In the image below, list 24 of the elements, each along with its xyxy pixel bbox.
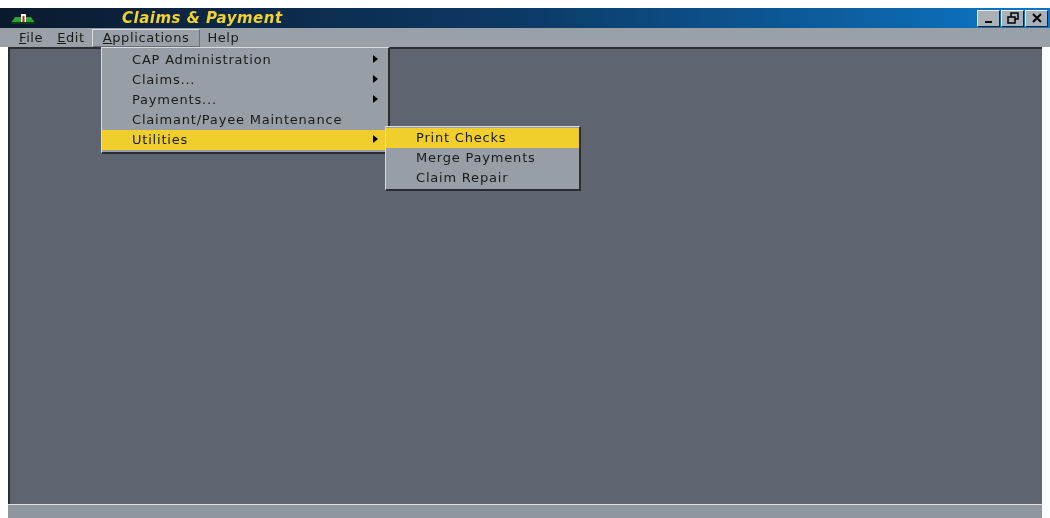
submenu-arrow-icon (373, 135, 378, 143)
menu-item[interactable]: Utilities (102, 130, 388, 150)
menu-item[interactable]: Help (200, 28, 247, 47)
submenu-arrow-icon (373, 95, 378, 103)
menu-item[interactable]: Applications (91, 28, 201, 47)
menu-item[interactable]: CAP Administration (102, 50, 388, 70)
menu-item[interactable]: Claimant/Payee Maintenance (102, 110, 388, 130)
close-button[interactable] (1025, 9, 1048, 27)
menu-item[interactable]: Print Checks (386, 128, 579, 148)
menu-item[interactable]: Claim Repair (386, 168, 579, 188)
menu-item[interactable]: Edit (50, 28, 92, 47)
menu-item[interactable]: Merge Payments (386, 148, 579, 168)
minimize-icon (985, 21, 992, 23)
window-title: Claims & Payment (122, 7, 283, 29)
restore-button[interactable] (1001, 9, 1024, 27)
menu-item[interactable]: File (12, 28, 51, 47)
minimize-button[interactable] (977, 9, 1000, 27)
submenu-arrow-icon (373, 55, 378, 63)
menu-item[interactable]: Payments... (102, 90, 388, 110)
submenu-arrow-icon (373, 75, 378, 83)
restore-icon (1006, 12, 1019, 24)
close-icon (1030, 12, 1043, 24)
app-logo-icon (10, 12, 36, 24)
menu-item[interactable]: Claims... (102, 70, 388, 90)
